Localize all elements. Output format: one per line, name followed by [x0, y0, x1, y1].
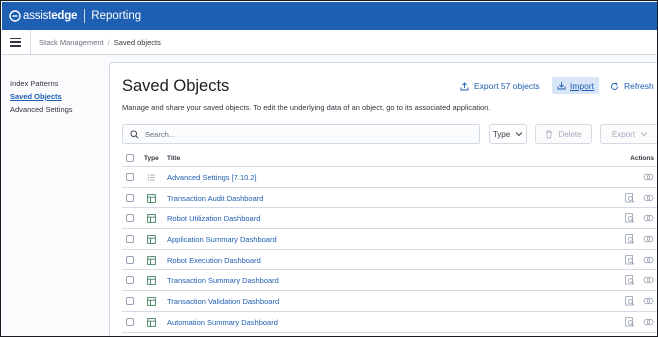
table-row: Transaction Audit Dashboard [122, 188, 657, 209]
export-button[interactable]: Export [600, 124, 657, 144]
import-label: Import [569, 80, 595, 91]
app-name: Reporting [91, 10, 142, 22]
logo-icon [9, 10, 21, 22]
table-row: Robot Execution Dashboard [122, 250, 657, 271]
brand-divider [84, 9, 86, 23]
delete-label: Delete [558, 129, 582, 139]
breadcrumb-saved-objects: Saved objects [113, 37, 161, 47]
dashboard-icon [147, 214, 156, 224]
type-filter-label: Type [492, 129, 511, 139]
sidebar-item-saved-objects[interactable]: Saved Objects [10, 92, 62, 101]
relationships-icon[interactable] [643, 172, 654, 182]
relationships-icon[interactable] [643, 317, 654, 327]
export-label: Export [611, 129, 636, 139]
brand-header: assistedge Reporting [2, 2, 657, 30]
relationships-icon[interactable] [643, 255, 654, 265]
dashboard-icon [147, 235, 156, 244]
column-header-title[interactable]: Title [167, 155, 180, 162]
refresh-label: Refresh [624, 81, 654, 91]
divider [30, 29, 31, 55]
search-input[interactable] [145, 129, 465, 139]
row-title-link[interactable]: Automation Summary Dashboard [167, 318, 278, 327]
page-description: Manage and share your saved objects. To … [122, 103, 491, 112]
import-button[interactable]: Import [552, 77, 599, 94]
inspect-icon[interactable] [625, 296, 635, 306]
row-checkbox[interactable] [126, 214, 134, 223]
row-title-link[interactable]: Application Summary Dashboard [167, 235, 277, 244]
breadcrumb-separator: / [107, 37, 110, 47]
row-title-link[interactable]: Transaction Summary Dashboard [167, 276, 279, 285]
page-title: Saved Objects [122, 77, 230, 95]
inspect-icon[interactable] [625, 234, 635, 244]
table-row: Application Summary Dashboard [122, 229, 657, 250]
trash-icon [546, 130, 553, 138]
inspect-icon[interactable] [625, 275, 635, 285]
inspect-icon[interactable] [625, 192, 635, 203]
relationships-icon[interactable] [643, 275, 654, 285]
table-row: Transaction Validation Dashboard [122, 291, 657, 312]
relationships-icon[interactable] [643, 193, 654, 203]
row-title-link[interactable]: Advanced Settings [7.10.2] [167, 173, 257, 182]
refresh-button[interactable]: Refresh [610, 81, 654, 91]
column-header-type[interactable]: Type [144, 155, 159, 162]
brand-logo[interactable]: assistedge [9, 2, 77, 30]
main-panel: Saved Objects Export 57 objects Import R… [109, 62, 657, 336]
dashboard-icon [147, 297, 156, 306]
table-header: Type Title Actions [122, 151, 657, 167]
chevron-down-icon [515, 132, 523, 137]
brand-name: assistedge [23, 10, 78, 22]
table-row: Automation Summary Dashboard [122, 312, 657, 333]
breadcrumb-bar: Stack Management / Saved objects [2, 29, 657, 55]
dashboard-icon [147, 317, 156, 327]
select-all-checkbox[interactable] [126, 154, 134, 162]
search-icon [130, 129, 139, 139]
table-row: Advanced Settings [7.10.2] [122, 167, 657, 188]
row-title-link[interactable]: Transaction Audit Dashboard [167, 194, 263, 203]
inspect-icon[interactable] [625, 254, 635, 265]
export-icon [460, 81, 469, 90]
dashboard-icon [147, 193, 156, 203]
table-row: Robot Utilization Dashboard [122, 208, 657, 230]
row-title-link[interactable]: Robot Execution Dashboard [167, 256, 261, 265]
export-all-label: Export 57 objects [474, 81, 540, 91]
row-title-link[interactable]: Transaction Validation Dashboard [167, 297, 279, 306]
sidebar-item-advanced-settings[interactable]: Advanced Settings [10, 105, 73, 114]
import-icon [557, 82, 566, 90]
column-header-actions: Actions [630, 155, 654, 162]
row-checkbox[interactable] [126, 276, 134, 285]
saved-objects-table: Type Title Actions Advanced Settings [7.… [122, 151, 657, 333]
breadcrumb-stack-management[interactable]: Stack Management [39, 38, 104, 47]
row-checkbox[interactable] [126, 297, 134, 306]
relationships-icon[interactable] [643, 213, 654, 223]
row-checkbox[interactable] [126, 173, 134, 181]
row-checkbox[interactable] [126, 317, 134, 326]
relationships-icon[interactable] [643, 234, 654, 244]
chevron-down-icon [640, 132, 648, 137]
type-filter-button[interactable]: Type [489, 124, 527, 144]
hamburger-menu-icon[interactable] [10, 37, 21, 47]
row-checkbox[interactable] [126, 235, 134, 244]
app-window: assistedge Reporting Stack Management / … [0, 0, 658, 337]
table-row: Transaction Summary Dashboard [122, 270, 657, 292]
search-field[interactable] [122, 124, 480, 144]
relationships-icon[interactable] [643, 296, 654, 306]
dashboard-icon [147, 276, 156, 286]
dashboard-icon [147, 255, 156, 265]
row-checkbox[interactable] [126, 193, 134, 202]
refresh-icon [611, 82, 618, 90]
export-all-button[interactable]: Export 57 objects [460, 81, 540, 91]
row-checkbox[interactable] [126, 255, 134, 264]
settings-icon [147, 174, 155, 181]
delete-button[interactable]: Delete [535, 124, 592, 144]
inspect-icon[interactable] [625, 213, 635, 223]
sidebar-item-index-patterns[interactable]: Index Patterns [10, 79, 58, 88]
inspect-icon[interactable] [625, 317, 635, 327]
sidebar: Index Patterns Saved Objects Advanced Se… [2, 55, 109, 336]
row-title-link[interactable]: Robot Utilization Dashboard [167, 214, 260, 223]
